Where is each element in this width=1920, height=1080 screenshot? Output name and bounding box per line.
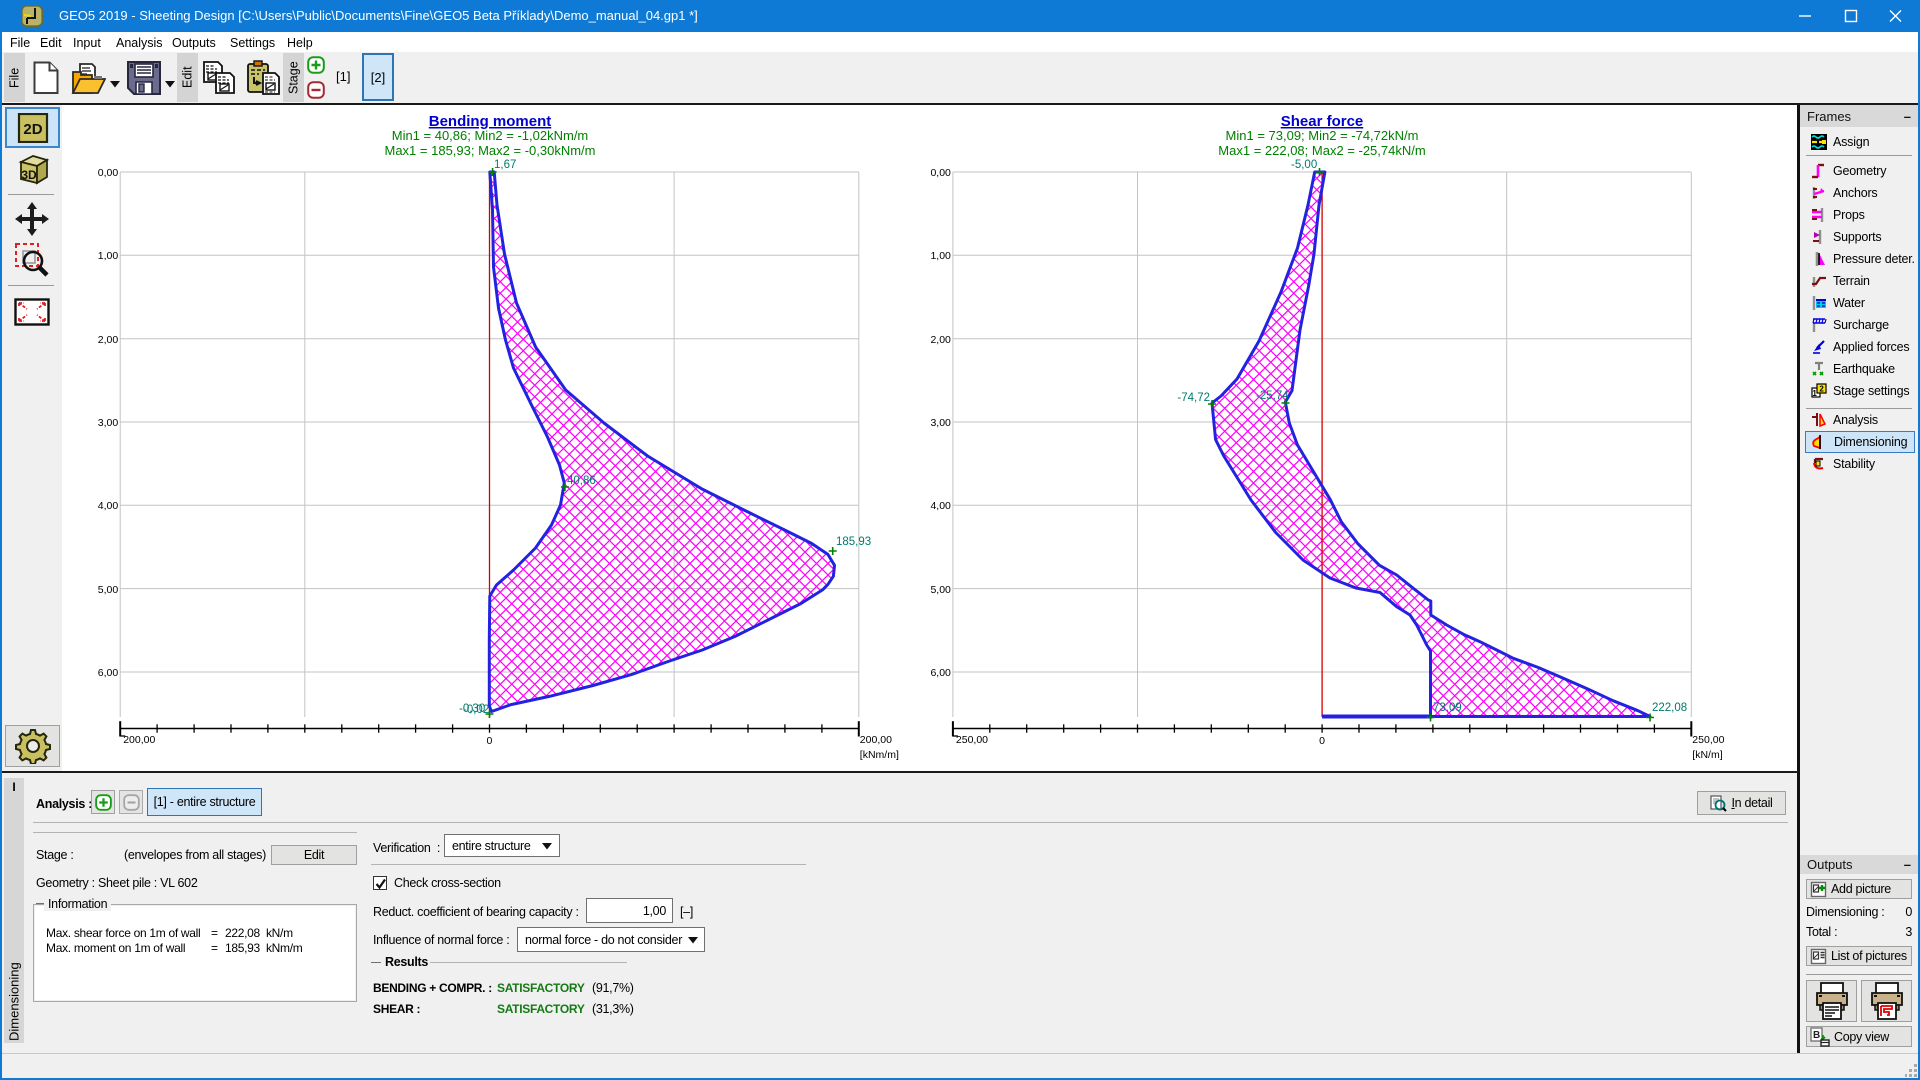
svg-text:0: 0 [487, 735, 493, 747]
svg-text:6,00: 6,00 [98, 667, 119, 679]
svg-text:1,67: 1,67 [494, 159, 516, 171]
svg-text:B: B [1813, 1030, 1820, 1041]
svg-text:5,00: 5,00 [98, 584, 119, 596]
svg-text:4,00: 4,00 [930, 500, 951, 512]
svg-text:200,00: 200,00 [123, 734, 155, 746]
svg-text:-0,02: -0,02 [463, 704, 489, 716]
svg-text:222,08: 222,08 [1652, 702, 1687, 714]
svg-text:Max1 = 185,93; Max2 = -0,30kNm: Max1 = 185,93; Max2 = -0,30kNm/m [385, 143, 596, 158]
svg-text:0,00: 0,00 [930, 167, 951, 179]
svg-text:250,00: 250,00 [956, 734, 988, 746]
svg-text:6,00: 6,00 [930, 667, 951, 679]
svg-text:Min1 = 40,86; Min2 = -1,02kNm/: Min1 = 40,86; Min2 = -1,02kNm/m [392, 128, 589, 143]
svg-text:[kNm/m]: [kNm/m] [860, 749, 899, 761]
svg-text:0: 0 [1319, 735, 1325, 747]
svg-text:3,00: 3,00 [98, 417, 119, 429]
svg-text:40,86: 40,86 [567, 475, 596, 487]
svg-text:2,00: 2,00 [930, 334, 951, 346]
svg-text:2,00: 2,00 [98, 334, 119, 346]
svg-text:4,00: 4,00 [98, 500, 119, 512]
svg-text:5,00: 5,00 [930, 584, 951, 596]
svg-text:-25,74: -25,74 [1256, 390, 1289, 402]
svg-text:1,00: 1,00 [98, 250, 119, 262]
svg-text:200,00: 200,00 [860, 734, 892, 746]
svg-text:185,93: 185,93 [836, 536, 871, 548]
svg-text:-74,72: -74,72 [1177, 392, 1210, 404]
svg-text:250,00: 250,00 [1692, 734, 1724, 746]
svg-text:3,00: 3,00 [930, 417, 951, 429]
svg-text:1,00: 1,00 [930, 250, 951, 262]
svg-text:0,00: 0,00 [98, 167, 119, 179]
svg-text:73,09: 73,09 [1433, 702, 1462, 714]
svg-text:-5,00: -5,00 [1291, 159, 1317, 171]
svg-text:Max1 = 222,08; Max2 = -25,74kN: Max1 = 222,08; Max2 = -25,74kN/m [1218, 143, 1425, 158]
svg-text:[kN/m]: [kN/m] [1692, 749, 1722, 761]
svg-text:Min1 = 73,09; Min2 = -74,72kN/: Min1 = 73,09; Min2 = -74,72kN/m [1226, 128, 1419, 143]
